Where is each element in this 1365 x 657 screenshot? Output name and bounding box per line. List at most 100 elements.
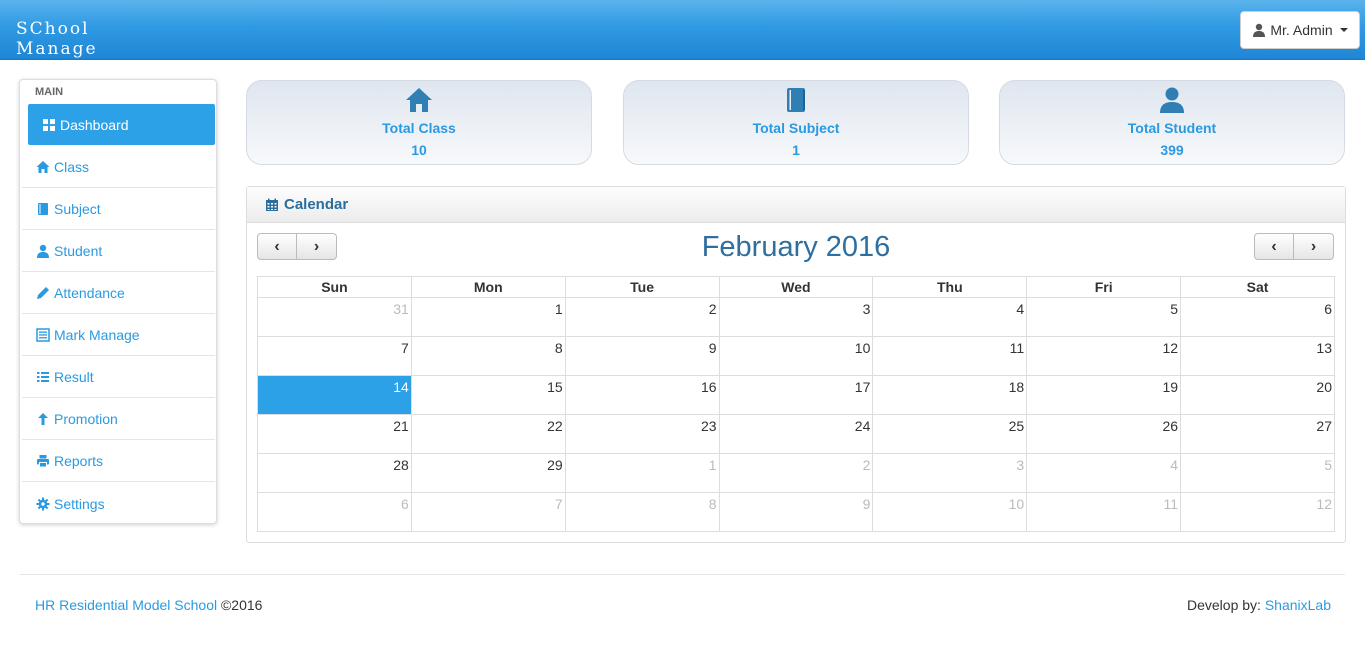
calendar-day-cell[interactable]: 6	[257, 492, 412, 532]
footer-developer: Develop by: ShanixLab	[1187, 597, 1331, 613]
sidebar-item-promotion[interactable]: Promotion	[22, 399, 215, 440]
user-menu-button[interactable]: Mr. Admin	[1240, 11, 1360, 49]
user-icon	[1160, 87, 1184, 113]
home-icon	[406, 88, 432, 112]
calendar-day-cell[interactable]: 26	[1026, 414, 1182, 454]
print-icon	[37, 455, 49, 468]
school-link[interactable]: HR Residential Model School	[35, 597, 217, 613]
calendar-day-cell[interactable]: 29	[410, 453, 566, 493]
sidebar-item-dashboard[interactable]: Dashboard	[28, 104, 215, 145]
stat-label: Total Student	[1127, 120, 1217, 136]
calendar-day-cell[interactable]: 10	[718, 336, 874, 376]
stat-value: 1	[792, 142, 800, 158]
calendar-day-cell[interactable]: 23	[564, 414, 720, 454]
prev-year-button[interactable]: ‹	[1254, 233, 1294, 260]
calendar-day-cell[interactable]: 11	[1026, 492, 1182, 532]
calendar-panel-title: Calendar	[284, 196, 349, 213]
calendar-day-cell[interactable]: 9	[718, 492, 874, 532]
calendar-day-cell-today[interactable]: 14	[257, 375, 412, 415]
gear-icon	[36, 497, 50, 510]
calendar-day-cell[interactable]: 5	[1026, 297, 1182, 337]
calendar-day-cell[interactable]: 28	[257, 453, 412, 493]
calendar-day-cell[interactable]: 11	[872, 336, 1028, 376]
calendar-day-cell[interactable]: 7	[257, 336, 412, 376]
calendar-day-cell[interactable]: 2	[564, 297, 720, 337]
sidebar-item-label: Reports	[54, 453, 104, 469]
sidebar-item-settings[interactable]: Settings	[22, 483, 215, 524]
calendar-day-cell[interactable]: 20	[1180, 375, 1335, 415]
sidebar: MAIN Dashboard Class Subject Student Att…	[19, 79, 217, 524]
calendar-day-cell[interactable]: 15	[410, 375, 566, 415]
calendar-day-cell[interactable]: 3	[872, 453, 1028, 493]
calendar-day-cell[interactable]: 17	[718, 375, 874, 415]
list-alt-icon	[36, 328, 50, 342]
calendar-day-cell[interactable]: 4	[872, 297, 1028, 337]
calendar-day-cell[interactable]: 7	[410, 492, 566, 532]
book-icon	[38, 203, 48, 215]
home-icon	[36, 161, 50, 173]
calendar-day-cell[interactable]: 22	[410, 414, 566, 454]
calendar-day-cell[interactable]: 2	[718, 453, 874, 493]
footer-copyright: HR Residential Model School ©2016	[35, 597, 262, 613]
sidebar-item-mark-manage[interactable]: Mark Manage	[22, 315, 215, 356]
calendar-week-row: 21 22 23 24 25 26 27	[257, 414, 1335, 454]
calendar-day-cell[interactable]: 3	[718, 297, 874, 337]
calendar-day-cell[interactable]: 31	[257, 297, 412, 337]
sidebar-item-label: Promotion	[54, 411, 118, 427]
sidebar-item-reports[interactable]: Reports	[22, 441, 215, 482]
sidebar-item-label: Student	[54, 243, 103, 259]
weekday-header: Tue	[564, 276, 720, 298]
stat-label: Total Subject	[752, 120, 840, 136]
stat-card-total-class[interactable]: Total Class 10	[246, 80, 592, 165]
calendar-day-cell[interactable]: 13	[1180, 336, 1335, 376]
stat-card-total-student[interactable]: Total Student 399	[999, 80, 1345, 165]
sidebar-item-class[interactable]: Class	[22, 147, 215, 188]
calendar-day-cell[interactable]: 8	[564, 492, 720, 532]
calendar-day-cell[interactable]: 19	[1026, 375, 1182, 415]
calendar-day-cell[interactable]: 16	[564, 375, 720, 415]
calendar-day-cell[interactable]: 5	[1180, 453, 1335, 493]
footer-divider	[20, 574, 1345, 575]
top-navbar: SChool Manage Mr. Admin	[0, 0, 1365, 60]
calendar-day-cell[interactable]: 18	[872, 375, 1028, 415]
book-icon	[787, 88, 805, 112]
sidebar-item-label: Result	[54, 369, 94, 385]
calendar-week-row: 6 7 8 9 10 11 12	[257, 492, 1335, 532]
caret-down-icon	[1339, 28, 1348, 32]
calendar-day-cell[interactable]: 6	[1180, 297, 1335, 337]
calendar-day-cell[interactable]: 21	[257, 414, 412, 454]
calendar-day-cell[interactable]: 8	[410, 336, 566, 376]
calendar-week-row: 7 8 9 10 11 12 13	[257, 336, 1335, 376]
stat-value: 10	[411, 142, 427, 158]
calendar-day-cell[interactable]: 12	[1026, 336, 1182, 376]
dashboard-icon	[43, 118, 55, 131]
sidebar-heading: MAIN	[35, 86, 64, 98]
calendar-panel: Calendar ‹ › February 2016 ‹ › Sun Mon T…	[246, 186, 1346, 543]
weekday-header: Thu	[872, 276, 1028, 298]
stat-card-total-subject[interactable]: Total Subject 1	[623, 80, 969, 165]
calendar-day-cell[interactable]: 10	[872, 492, 1028, 532]
developer-link[interactable]: ShanixLab	[1265, 597, 1331, 613]
sidebar-item-attendance[interactable]: Attendance	[22, 273, 215, 314]
sidebar-item-label: Class	[54, 159, 90, 175]
calendar-day-cell[interactable]: 24	[718, 414, 874, 454]
calendar-day-cell[interactable]: 25	[872, 414, 1028, 454]
calendar-panel-header: Calendar	[247, 187, 1345, 223]
brand-line-2: Manage	[16, 39, 98, 59]
calendar-grid: Sun Mon Tue Wed Thu Fri Sat 31 1 2 3 4 5…	[257, 276, 1335, 532]
calendar-day-cell[interactable]: 12	[1180, 492, 1335, 532]
calendar-week-row: 28 29 1 2 3 4 5	[257, 453, 1335, 493]
calendar-day-cell[interactable]: 1	[564, 453, 720, 493]
sidebar-item-label: Subject	[54, 201, 101, 217]
next-year-button[interactable]: ›	[1294, 233, 1334, 260]
sidebar-item-result[interactable]: Result	[22, 357, 215, 398]
calendar-day-cell[interactable]: 9	[564, 336, 720, 376]
sidebar-item-student[interactable]: Student	[22, 231, 215, 272]
calendar-day-cell[interactable]: 27	[1180, 414, 1335, 454]
user-icon	[1253, 23, 1266, 37]
brand-logo[interactable]: SChool Manage	[16, 19, 98, 59]
sidebar-item-label: Dashboard	[60, 116, 129, 133]
sidebar-item-subject[interactable]: Subject	[22, 189, 215, 230]
calendar-day-cell[interactable]: 4	[1026, 453, 1182, 493]
calendar-day-cell[interactable]: 1	[410, 297, 566, 337]
